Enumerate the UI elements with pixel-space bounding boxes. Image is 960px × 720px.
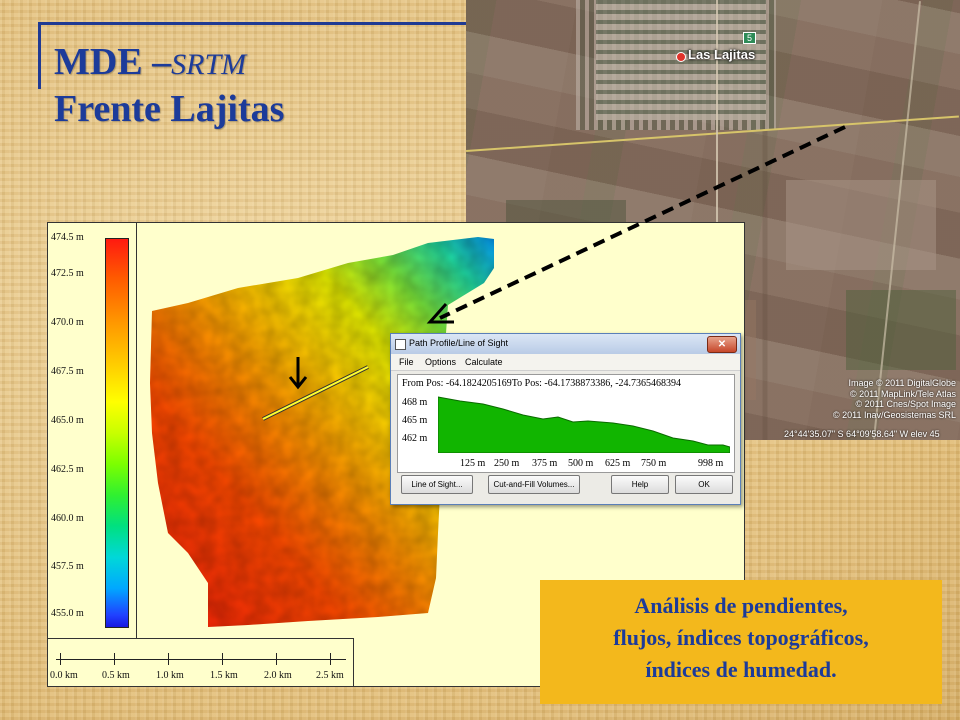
profile-fill [438, 396, 730, 453]
path-profile-dialog: Path Profile/Line of Sight ✕ File Option… [390, 333, 741, 505]
window-icon [395, 339, 406, 350]
ok-button[interactable]: OK [675, 475, 733, 494]
dialog-title: Path Profile/Line of Sight [409, 338, 509, 348]
help-button[interactable]: Help [611, 475, 669, 494]
caption-line: Análisis de pendientes, [634, 593, 848, 618]
profile-x-label: 375 m [532, 458, 558, 469]
profile-x-label: 750 m [641, 458, 667, 469]
caption-line: flujos, índices topográficos, [613, 625, 869, 650]
close-button[interactable]: ✕ [707, 336, 737, 353]
profile-x-label: 250 m [494, 458, 520, 469]
profile-x-label: 125 m [460, 458, 486, 469]
profile-chart: From Pos: -64.1824205169To Pos: -64.1738… [397, 374, 735, 473]
menu-bar: File Options Calculate [391, 354, 740, 371]
caption-text: Análisis de pendientes, flujos, índices … [540, 590, 942, 686]
line-of-sight-button[interactable]: Line of Sight... [401, 475, 473, 494]
menu-calculate[interactable]: Calculate [465, 357, 503, 367]
profile-y-label: 465 m [402, 415, 428, 426]
caption-line: índices de humedad. [645, 657, 837, 682]
position-readout: From Pos: -64.1824205169To Pos: -64.1738… [402, 378, 682, 389]
profile-x-label: 625 m [605, 458, 631, 469]
elevation-profile [438, 396, 730, 453]
caption-box: Análisis de pendientes, flujos, índices … [540, 580, 942, 704]
menu-file[interactable]: File [399, 357, 414, 367]
menu-options[interactable]: Options [425, 357, 456, 367]
profile-x-label: 998 m [698, 458, 724, 469]
profile-x-label: 500 m [568, 458, 594, 469]
profile-y-label: 462 m [402, 433, 428, 444]
cut-fill-volumes-button[interactable]: Cut-and-Fill Volumes... [488, 475, 580, 494]
dialog-titlebar[interactable]: Path Profile/Line of Sight ✕ [391, 334, 740, 354]
profile-y-label: 468 m [402, 397, 428, 408]
